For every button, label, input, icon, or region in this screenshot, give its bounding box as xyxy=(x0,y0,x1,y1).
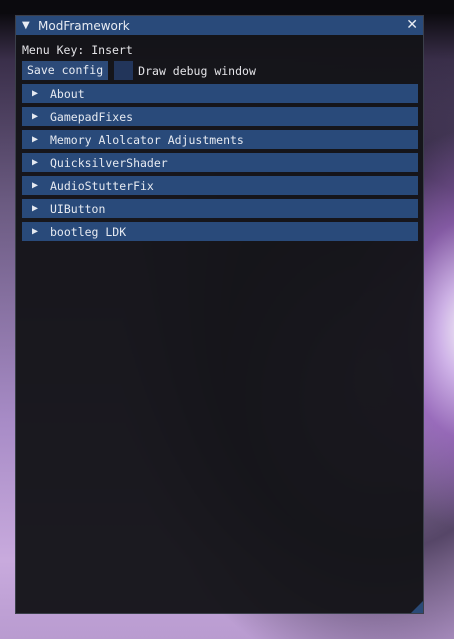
draw-debug-label: Draw debug window xyxy=(138,63,256,78)
draw-debug-checkbox[interactable] xyxy=(114,61,134,80)
section-label: About xyxy=(50,86,85,101)
window-content: Menu Key: Insert Save config Draw debug … xyxy=(16,35,423,241)
section-label: GamepadFixes xyxy=(50,109,134,124)
section-label: bootleg LDK xyxy=(50,224,127,239)
section-label: UIButton xyxy=(50,201,106,216)
section-label: Memory Alolcator Adjustments xyxy=(50,132,244,147)
section-uibutton[interactable]: ▶ UIButton xyxy=(22,199,418,218)
expand-arrow-icon: ▶ xyxy=(32,88,39,99)
expand-arrow-icon: ▶ xyxy=(32,226,39,237)
resize-grip-icon[interactable] xyxy=(411,601,423,613)
expand-arrow-icon: ▶ xyxy=(32,157,39,168)
save-config-button[interactable]: Save config xyxy=(22,61,109,80)
section-memory-allocator[interactable]: ▶ Memory Alolcator Adjustments xyxy=(22,130,418,149)
window-title: ModFramework xyxy=(38,18,130,33)
expand-arrow-icon: ▶ xyxy=(32,180,39,191)
config-row: Save config Draw debug window xyxy=(22,60,418,81)
window-titlebar[interactable]: ▼ ModFramework ✕ xyxy=(16,16,423,35)
menu-key-label: Menu Key: Insert xyxy=(22,43,133,57)
section-gamepadfixes[interactable]: ▶ GamepadFixes xyxy=(22,107,418,126)
expand-arrow-icon: ▶ xyxy=(32,111,39,122)
section-label: AudioStutterFix xyxy=(50,178,154,193)
section-about[interactable]: ▶ About xyxy=(22,84,418,103)
expand-arrow-icon: ▶ xyxy=(32,134,39,145)
close-icon[interactable]: ✕ xyxy=(406,17,418,33)
collapse-arrow-icon[interactable]: ▼ xyxy=(22,20,34,31)
section-audiostutterfix[interactable]: ▶ AudioStutterFix xyxy=(22,176,418,195)
section-quicksilvershader[interactable]: ▶ QuicksilverShader xyxy=(22,153,418,172)
modframework-window: ▼ ModFramework ✕ Menu Key: Insert Save c… xyxy=(15,15,424,614)
top-bar xyxy=(0,0,454,14)
expand-arrow-icon: ▶ xyxy=(32,203,39,214)
section-bootleg-ldk[interactable]: ▶ bootleg LDK xyxy=(22,222,418,241)
section-label: QuicksilverShader xyxy=(50,155,168,170)
